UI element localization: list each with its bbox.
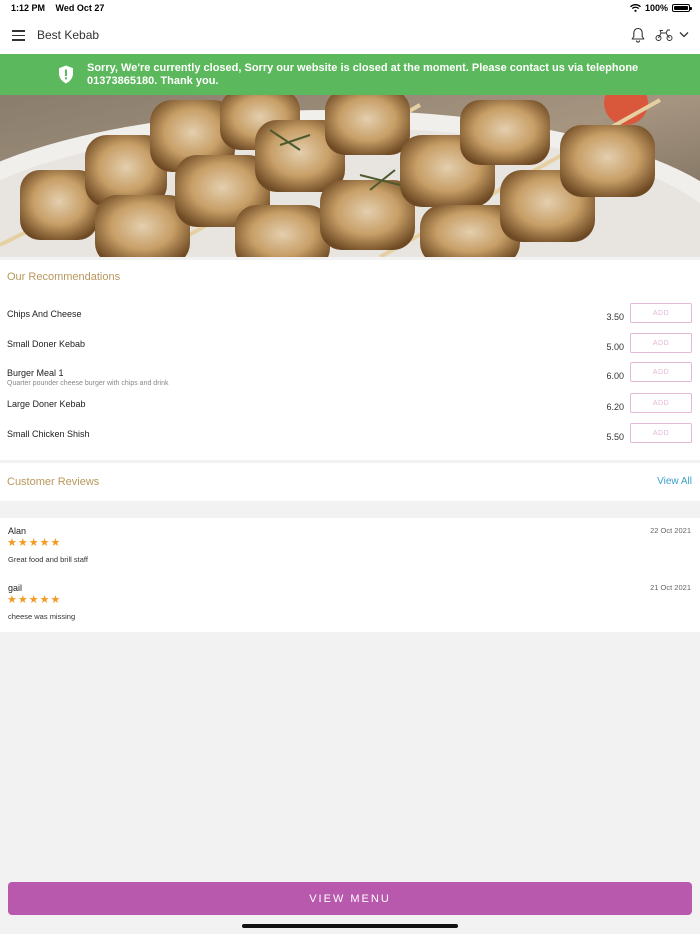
- star-icon: ★: [39, 537, 50, 549]
- star-icon: ★: [17, 537, 28, 549]
- battery-icon: [672, 4, 692, 12]
- item-price: 6.00: [606, 371, 624, 381]
- menu-icon[interactable]: [12, 30, 25, 41]
- item-price: 5.50: [606, 432, 624, 442]
- star-icon: ★: [7, 594, 17, 606]
- hero-image: [0, 95, 700, 257]
- star-icon: ★: [17, 594, 28, 606]
- star-rating: ★ ★ ★ ★ ★: [7, 595, 60, 606]
- add-button[interactable]: ADD: [630, 423, 692, 443]
- item-price: 3.50: [606, 312, 624, 322]
- status-bar: 1:12 PM Wed Oct 27 100%: [0, 0, 700, 17]
- add-button[interactable]: ADD: [630, 333, 692, 353]
- wifi-icon: [630, 4, 641, 12]
- review-author: gail: [8, 583, 23, 593]
- battery-percent: 100%: [644, 3, 668, 13]
- view-menu-button[interactable]: VIEW MENU: [8, 882, 692, 915]
- list-item: Small Chicken Shish 5.50 ADD: [0, 423, 700, 459]
- add-button[interactable]: ADD: [630, 303, 692, 323]
- list-item: Chips And Cheese 3.50 ADD: [0, 303, 700, 339]
- item-name: Chips And Cheese: [7, 309, 82, 319]
- review-text: cheese was missing: [8, 612, 76, 621]
- closed-alert-banner: Sorry, We're currently closed, Sorry our…: [0, 54, 700, 95]
- star-icon: ★: [28, 537, 39, 549]
- kebab-photo: [0, 95, 700, 257]
- shield-icon: [59, 65, 73, 84]
- review-item: gail 21 Oct 2021 ★ ★ ★ ★ ★ cheese was missin…: [0, 583, 700, 635]
- section-title-recommendations: Our Recommendations: [7, 271, 121, 283]
- star-icon: ★: [50, 594, 61, 606]
- star-icon: ★: [50, 537, 61, 549]
- home-indicator[interactable]: [242, 924, 458, 928]
- review-text: Great food and brill staff: [8, 555, 88, 564]
- item-price: 6.20: [606, 402, 624, 412]
- list-item: Burger Meal 1 Quarter pounder cheese bur…: [0, 362, 700, 398]
- star-icon: ★: [39, 594, 50, 606]
- star-icon: ★: [7, 537, 17, 549]
- review-item: Alan 22 Oct 2021 ★ ★ ★ ★ ★ Great food and br…: [0, 526, 700, 578]
- list-item: Large Doner Kebab 6.20 ADD: [0, 393, 700, 429]
- recommendations-section: Our Recommendations Chips And Cheese 3.5…: [0, 260, 700, 460]
- view-all-link[interactable]: View All: [657, 476, 692, 487]
- item-description: Quarter pounder cheese burger with chips…: [7, 380, 169, 387]
- shop-name: Best Kebab: [37, 28, 100, 42]
- item-name: Small Chicken Shish: [7, 429, 90, 439]
- review-author: Alan: [8, 526, 27, 536]
- reviews-list: Alan 22 Oct 2021 ★ ★ ★ ★ ★ Great food and br…: [0, 518, 700, 632]
- star-rating: ★ ★ ★ ★ ★: [7, 538, 60, 549]
- item-price: 5.00: [606, 342, 624, 352]
- item-name: Small Doner Kebab: [7, 339, 86, 349]
- review-date: 21 Oct 2021: [650, 583, 691, 592]
- section-title-reviews: Customer Reviews: [7, 476, 100, 488]
- top-bar: Best Kebab: [0, 17, 700, 54]
- bell-icon[interactable]: [631, 27, 645, 43]
- status-date: Wed Oct 27: [55, 3, 105, 13]
- status-time: 1:12 PM: [11, 3, 46, 13]
- reviews-header: Customer Reviews View All: [0, 463, 700, 501]
- alert-message: Sorry, We're currently closed, Sorry our…: [87, 62, 639, 87]
- item-name: Burger Meal 1: [7, 368, 64, 378]
- review-date: 22 Oct 2021: [650, 526, 691, 535]
- scooter-icon[interactable]: [655, 28, 673, 42]
- chevron-down-icon[interactable]: [679, 31, 689, 38]
- add-button[interactable]: ADD: [630, 393, 692, 413]
- star-icon: ★: [28, 594, 39, 606]
- item-name: Large Doner Kebab: [7, 399, 86, 409]
- list-item: Small Doner Kebab 5.00 ADD: [0, 333, 700, 369]
- add-button[interactable]: ADD: [630, 362, 692, 382]
